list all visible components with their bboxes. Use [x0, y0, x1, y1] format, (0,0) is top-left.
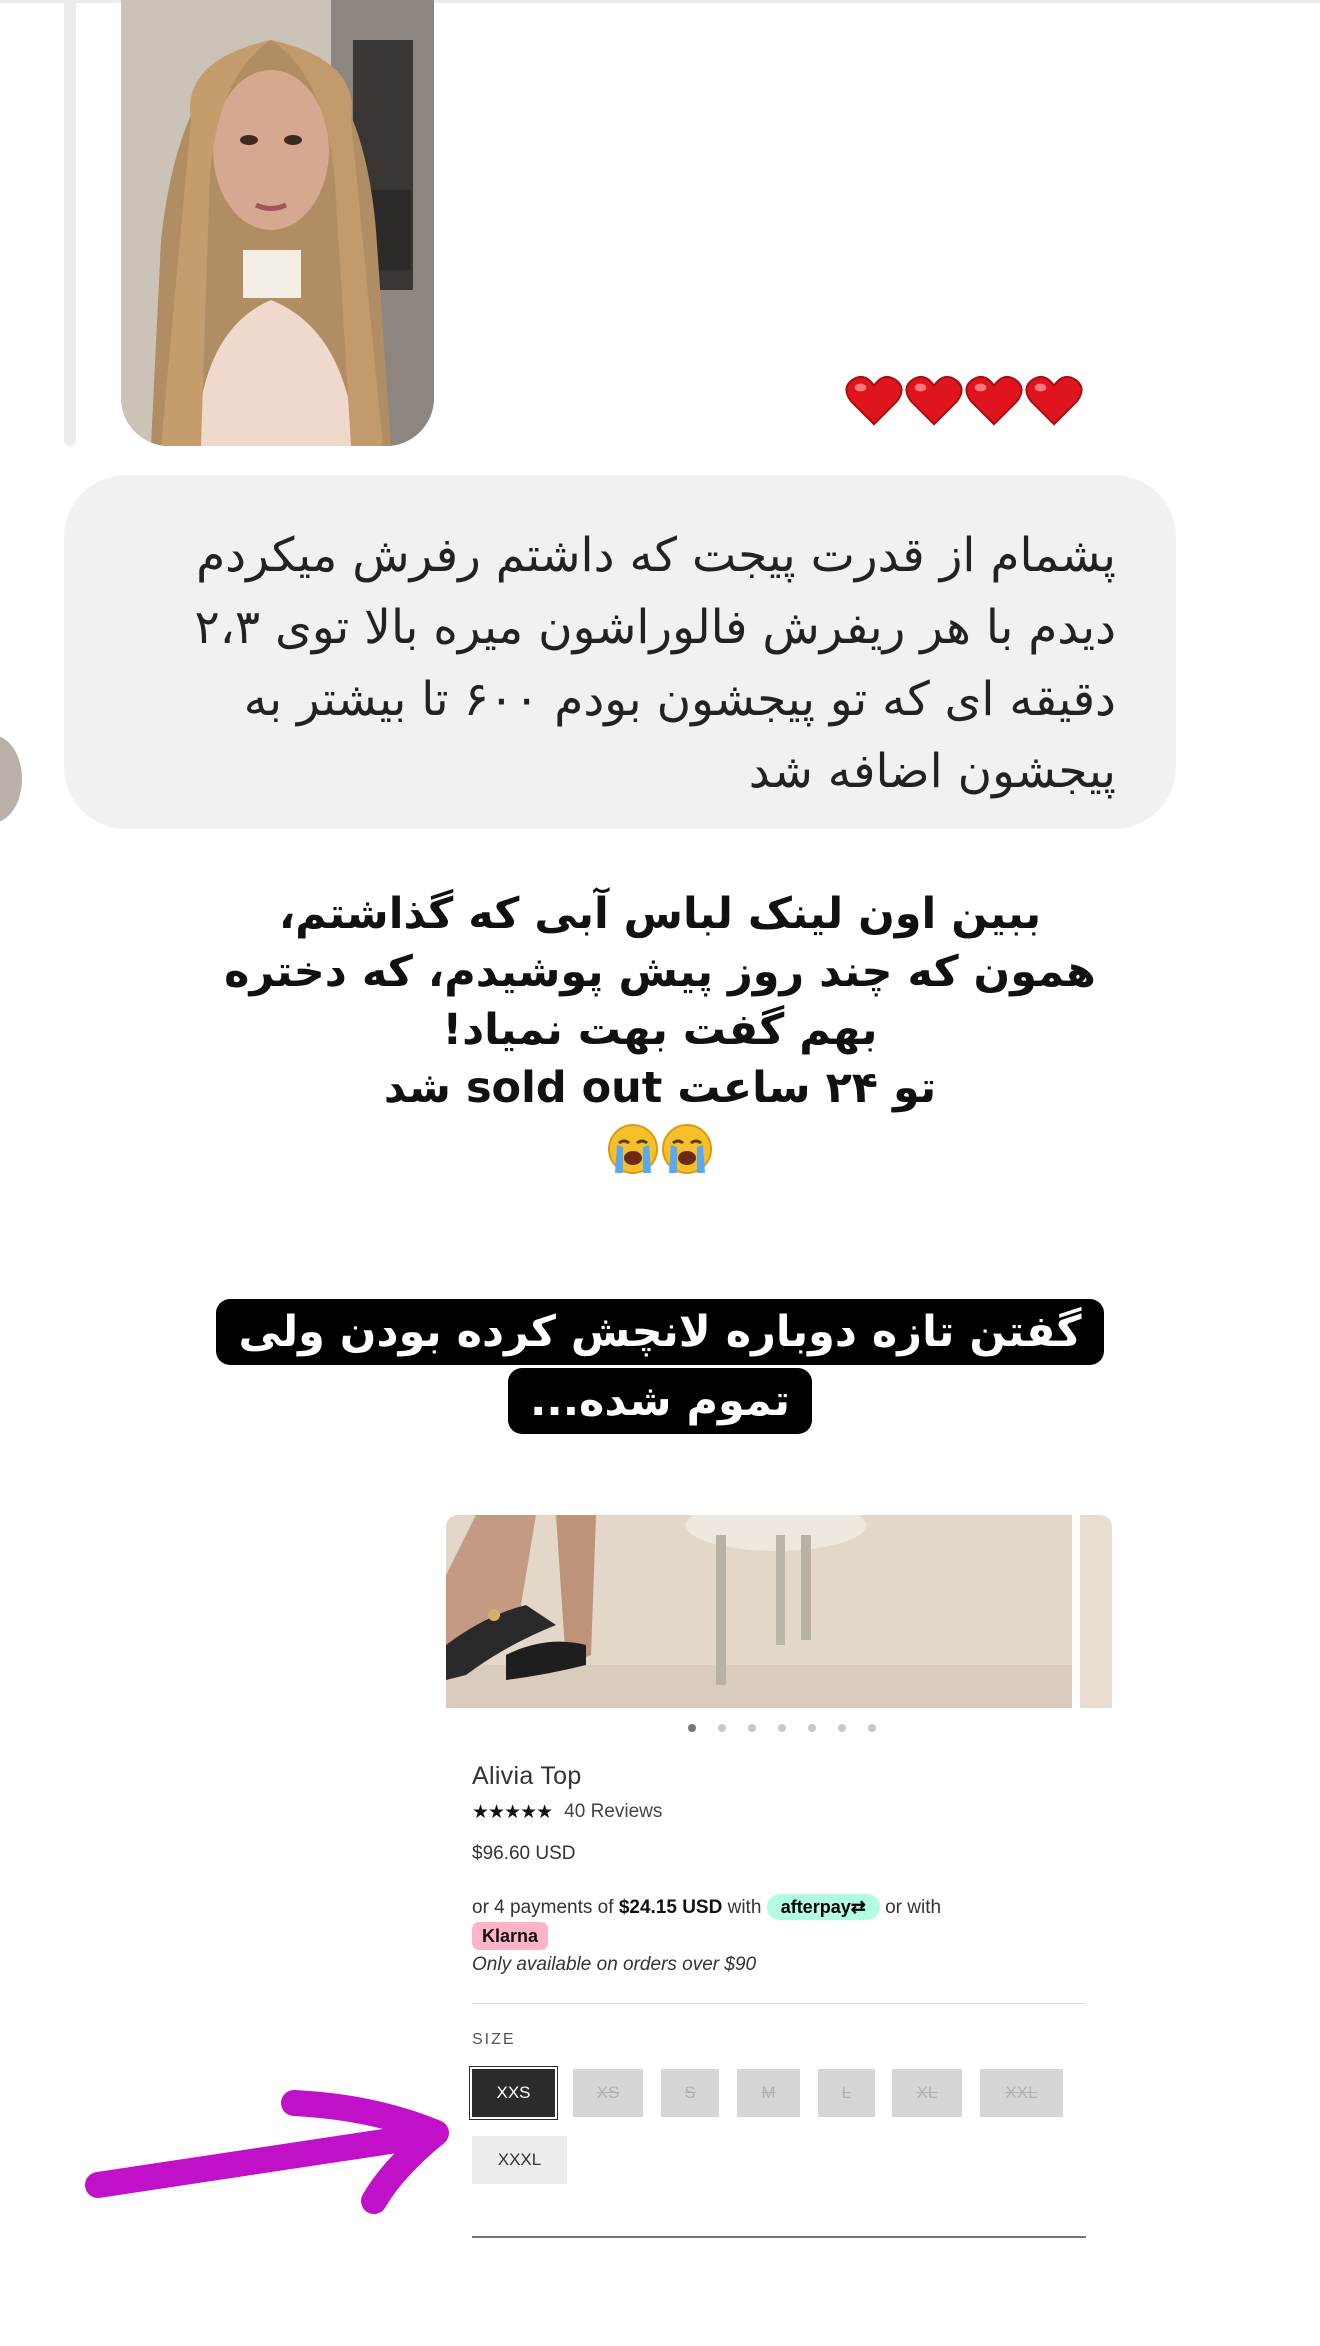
woman-portrait-image: [121, 0, 434, 446]
review-count[interactable]: 40 Reviews: [564, 1801, 662, 1823]
red-heart-icon: [965, 375, 1023, 426]
carousel-dot[interactable]: [688, 1724, 696, 1732]
reply-indicator-bar: [64, 0, 76, 446]
size-label: SIZE: [472, 2031, 516, 2048]
shared-story-photo[interactable]: [121, 0, 434, 446]
klarna-badge[interactable]: Klarna: [472, 1922, 549, 1950]
carousel-dot[interactable]: [718, 1724, 726, 1732]
message-line: دقیقه ای که تو پیجشون بودم ۶۰۰ تا بیشتر …: [243, 672, 1116, 727]
magenta-arrow-annotation: [85, 2090, 449, 2214]
story-caption: ببین اون لینک لباس آبی که گذاشتم، همون ک…: [180, 885, 1140, 1175]
installment-amount: $24.15 USD: [618, 1897, 723, 1918]
sandals-photo-image: [446, 1515, 1072, 1708]
star-rating-icon: ★★★★★: [472, 1801, 553, 1823]
product-title: Alivia Top: [472, 1762, 582, 1790]
divider: [472, 2003, 1086, 2004]
size-option-xxl[interactable]: XXL: [980, 2069, 1063, 2117]
size-option-xxxl[interactable]: XXXL: [472, 2136, 567, 2184]
carousel-dot[interactable]: [748, 1724, 756, 1732]
size-option-xl[interactable]: XL: [892, 2069, 962, 2117]
red-heart-icon: [905, 375, 963, 426]
availability-note: Only available on orders over $90: [472, 1954, 757, 1975]
loudly-crying-face-icon: [608, 1123, 658, 1174]
reaction-hearts: [845, 372, 1083, 436]
installment-with: with: [727, 1897, 762, 1918]
size-option-xxs[interactable]: XXS: [469, 2066, 558, 2120]
red-heart-icon: [1025, 375, 1083, 426]
size-option-xs[interactable]: XS: [573, 2069, 643, 2117]
size-option-l[interactable]: L: [818, 2069, 875, 2117]
caption-line: ببین اون لینک لباس آبی که گذاشتم،: [278, 889, 1042, 939]
caption-line: همون که چند روز پیش پوشیدم، که دختره: [224, 947, 1096, 997]
caption-line: تو ۲۴ ساعت sold out شد: [383, 1063, 937, 1113]
loudly-crying-face-icon: [662, 1123, 712, 1174]
message-line: دیدم با هر ریفرش فالوراشون میره بالا توی…: [194, 600, 1116, 655]
message-line: پشمام از قدرت پیجت که داشتم رفرش میکردم: [196, 528, 1116, 583]
divider: [472, 2236, 1086, 2238]
next-carousel-image[interactable]: [1080, 1515, 1112, 1708]
carousel-dot[interactable]: [808, 1724, 816, 1732]
red-heart-icon: [845, 375, 903, 426]
caption-line: بهم گفت بهت نمیاد!: [442, 1005, 878, 1055]
caption-emojis: [180, 1117, 1140, 1175]
banner-text: گفتن تازه دوباره لانچش کرده بودن ولی تمو…: [216, 1299, 1104, 1434]
product-rating[interactable]: ★★★★★ 40 Reviews: [472, 1801, 662, 1823]
size-option-m[interactable]: M: [737, 2069, 800, 2117]
message-line: پیجشون اضافه شد: [748, 744, 1116, 799]
product-price: $96.60 USD: [472, 1843, 576, 1864]
size-option-s[interactable]: S: [661, 2069, 719, 2117]
message-bubble[interactable]: پشمام از قدرت پیجت که داشتم رفرش میکردم …: [64, 475, 1176, 829]
carousel-dot[interactable]: [778, 1724, 786, 1732]
carousel-dot[interactable]: [838, 1724, 846, 1732]
sender-avatar[interactable]: [0, 735, 22, 823]
product-carousel-image[interactable]: [446, 1515, 1072, 1708]
installment-info: or 4 payments of $24.15 USD with afterpa…: [472, 1893, 1112, 1923]
installment-or: or with: [885, 1897, 942, 1918]
afterpay-badge[interactable]: afterpay⇄: [766, 1894, 880, 1920]
story-banner: گفتن تازه دوباره لانچش کرده بودن ولی تمو…: [200, 1298, 1120, 1436]
installment-prefix: or 4 payments of: [472, 1897, 614, 1918]
carousel-dots[interactable]: [688, 1724, 876, 1732]
carousel-dot[interactable]: [868, 1724, 876, 1732]
